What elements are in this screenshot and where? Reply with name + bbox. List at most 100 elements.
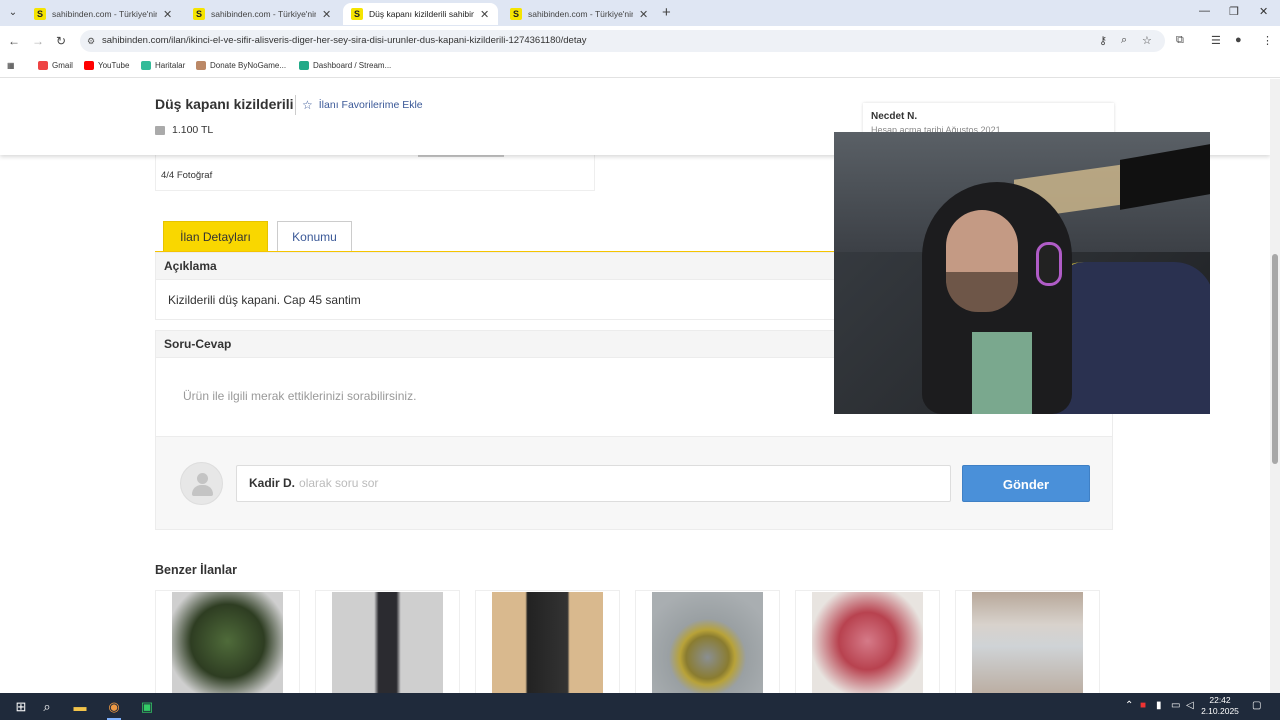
- user-avatar: [180, 462, 223, 505]
- price-tag-icon: [155, 125, 165, 135]
- page-scrollbar[interactable]: [1270, 79, 1280, 693]
- bookmark-donate[interactable]: Donate ByNoGame...: [196, 61, 286, 70]
- donate-icon: [196, 61, 206, 70]
- chrome-icon[interactable]: ◉: [104, 697, 124, 716]
- tray-chevron-icon[interactable]: ⌃: [1125, 700, 1133, 711]
- browser-tab-3-active[interactable]: S Düş kapanı kizilderili sahibinde ✕: [343, 3, 498, 25]
- start-icon[interactable]: ⊞: [11, 697, 31, 716]
- tab-listing-details[interactable]: İlan Detayları: [163, 221, 268, 251]
- question-placeholder: olarak soru sor: [299, 476, 379, 490]
- send-question-button[interactable]: Gönder: [962, 465, 1090, 502]
- clock-date: 2.10.2025: [1201, 706, 1239, 716]
- tray-battery-icon[interactable]: ▮: [1156, 700, 1162, 711]
- listing-thumbnail: [492, 592, 603, 693]
- restore-icon[interactable]: ❐: [1229, 5, 1239, 18]
- add-favorite-link[interactable]: ☆ İlanı Favorilerime Ekle: [302, 98, 423, 112]
- tab-title: sahibinden.com - Türkiye'nin O: [52, 9, 157, 19]
- search-icon[interactable]: ⌕: [37, 697, 57, 716]
- youtube-icon: [84, 61, 94, 70]
- gallery-scroll-bar[interactable]: [418, 155, 504, 157]
- question-input[interactable]: Kadir D. olarak soru sor: [236, 465, 951, 502]
- taskbar-clock[interactable]: 22:42 2.10.2025: [1200, 695, 1240, 717]
- similar-listing-card[interactable]: [955, 590, 1100, 693]
- similar-listing-card[interactable]: [635, 590, 780, 693]
- listing-title: Düş kapanı kizilderili: [155, 96, 294, 112]
- new-tab-button[interactable]: +: [662, 4, 671, 21]
- bookmark-star-icon[interactable]: ☆: [1142, 34, 1152, 47]
- price-row: 1.100 TL: [155, 124, 213, 136]
- sahibinden-favicon-icon: S: [510, 8, 522, 20]
- address-toolbar: ← → ↻ ⚙ sahibinden.com/ilan/ikinci-el-ve…: [0, 26, 1280, 56]
- photo-count: 4/4 Fotoğraf: [161, 170, 213, 181]
- clock-time: 22:42: [1209, 695, 1231, 705]
- tab-search-icon[interactable]: ⌄: [4, 4, 22, 22]
- tab-title: Düş kapanı kizilderili sahibinde: [369, 9, 474, 19]
- url-bar[interactable]: ⚙ sahibinden.com/ilan/ikinci-el-ve-sifir…: [80, 30, 1165, 52]
- ask-question-box: Kadir D. olarak soru sor Gönder: [155, 436, 1113, 530]
- add-favorite-label: İlanı Favorilerime Ekle: [318, 99, 423, 111]
- browser-tab-4[interactable]: S sahibinden.com - Türkiye'nin O ✕: [502, 3, 657, 25]
- file-explorer-icon[interactable]: ▬: [70, 697, 90, 716]
- bookmarks-bar: ▦ Gmail YouTube Haritalar Donate ByNoGam…: [0, 56, 1280, 78]
- browser-tab-2[interactable]: S sahibinden.com - Türkiye'nin O ✕: [185, 3, 340, 25]
- maps-icon: [141, 61, 151, 70]
- close-tab-icon[interactable]: ✕: [322, 8, 332, 21]
- tab-title: sahibinden.com - Türkiye'nin O: [211, 9, 316, 19]
- scrollbar-thumb[interactable]: [1272, 254, 1278, 464]
- volume-icon[interactable]: ◁: [1186, 700, 1194, 711]
- similar-listing-card[interactable]: [155, 590, 300, 693]
- bookmark-dashboard[interactable]: Dashboard / Stream...: [299, 61, 391, 70]
- zoom-icon[interactable]: ⌕: [1121, 34, 1127, 47]
- headset-icon: [1036, 242, 1062, 286]
- browser-tab-1[interactable]: S sahibinden.com - Türkiye'nin O ✕: [26, 3, 181, 25]
- forward-icon[interactable]: →: [32, 34, 44, 48]
- browser-tab-bar: ⌄ S sahibinden.com - Türkiye'nin O ✕ S s…: [0, 0, 1280, 26]
- apps-grid-icon[interactable]: ▦: [7, 61, 15, 70]
- similar-listing-card[interactable]: [795, 590, 940, 693]
- minimize-icon[interactable]: —: [1199, 5, 1210, 17]
- seller-name[interactable]: Necdet N.: [871, 111, 917, 122]
- bookmark-youtube[interactable]: YouTube: [84, 61, 129, 70]
- listing-thumbnail: [172, 592, 283, 693]
- back-icon[interactable]: ←: [8, 34, 20, 48]
- gmail-icon: [38, 61, 48, 70]
- avatar-head: [197, 473, 208, 484]
- similar-listing-card[interactable]: [475, 590, 620, 693]
- reload-icon[interactable]: ↻: [56, 34, 66, 48]
- avatar-body: [192, 485, 213, 496]
- bookmark-maps[interactable]: Haritalar: [141, 61, 185, 70]
- question-user-name: Kadir D.: [249, 476, 296, 490]
- similar-listing-card[interactable]: [315, 590, 460, 693]
- dashboard-icon: [299, 61, 309, 70]
- extensions-icon[interactable]: ⧉: [1176, 34, 1184, 47]
- listing-price: 1.100 TL: [172, 124, 214, 136]
- close-tab-icon[interactable]: ✕: [163, 8, 173, 21]
- listing-thumbnail: [332, 592, 443, 693]
- close-window-icon[interactable]: ✕: [1259, 5, 1268, 18]
- bookmark-gmail[interactable]: Gmail: [38, 61, 73, 70]
- webcam-overlay: [834, 132, 1210, 414]
- tray-app-icon[interactable]: ■: [1140, 700, 1146, 711]
- qa-empty-text: Ürün ile ilgili merak ettiklerinizi sora…: [183, 389, 417, 403]
- profile-avatar-icon[interactable]: ●: [1235, 34, 1242, 46]
- notifications-icon[interactable]: ▢: [1252, 700, 1261, 711]
- menu-dots-icon[interactable]: ⋮: [1262, 34, 1273, 47]
- app-icon[interactable]: ▣: [137, 697, 157, 716]
- webcam-person-shirt: [972, 332, 1032, 414]
- sahibinden-favicon-icon: S: [193, 8, 205, 20]
- windows-taskbar: ⊞ ⌕ ▬ ◉ ▣ ⌃ ■ ▮ ▭ ◁ 22:42 2.10.2025 ▢: [0, 693, 1280, 720]
- close-tab-icon[interactable]: ✕: [639, 8, 649, 21]
- media-icon[interactable]: ☰: [1211, 34, 1221, 47]
- network-icon[interactable]: ▭: [1171, 700, 1180, 711]
- listing-thumbnail: [652, 592, 763, 693]
- key-icon[interactable]: ⚷: [1099, 34, 1107, 47]
- sahibinden-favicon-icon: S: [34, 8, 46, 20]
- close-tab-icon[interactable]: ✕: [480, 8, 490, 21]
- divider: [295, 95, 296, 115]
- tab-location[interactable]: Konumu: [277, 221, 352, 251]
- star-icon: ☆: [302, 98, 313, 112]
- listing-thumbnail: [812, 592, 923, 693]
- listing-thumbnail: [972, 592, 1083, 693]
- site-info-icon[interactable]: ⚙: [87, 30, 95, 52]
- similar-listings-heading: Benzer İlanlar: [155, 563, 237, 577]
